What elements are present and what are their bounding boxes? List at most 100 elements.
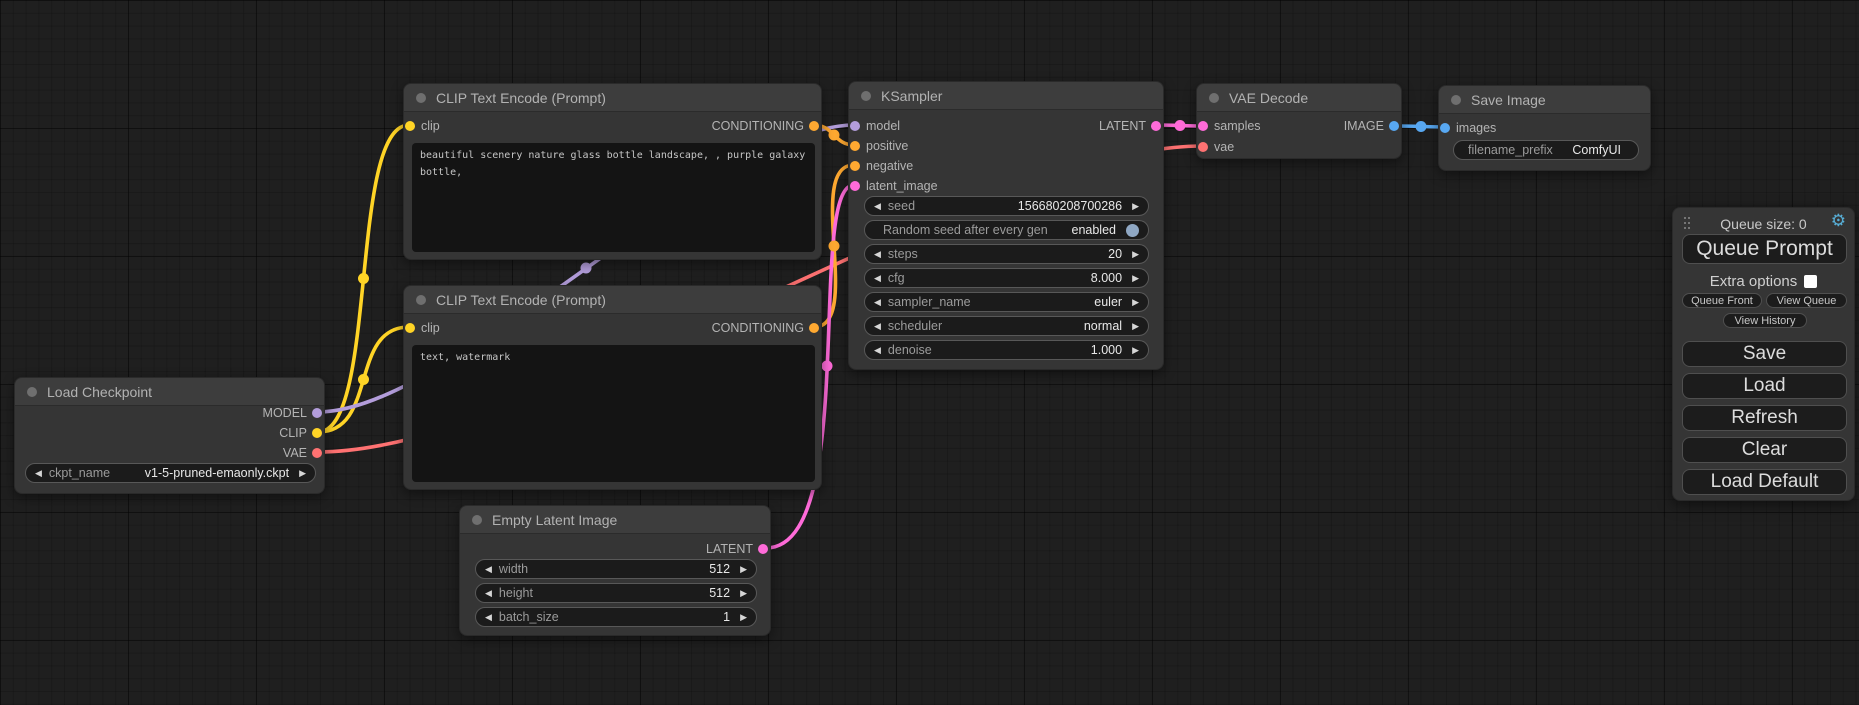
filename-prefix-widget[interactable]: filename_prefix ComfyUI (1453, 140, 1639, 160)
node-header[interactable]: Save Image (1439, 86, 1650, 114)
output-port-conditioning[interactable] (809, 121, 819, 131)
input-label-positive: positive (866, 139, 908, 153)
widget-label: denoise (888, 343, 932, 357)
cfg-widget[interactable]: ◀ cfg 8.000 ▶ (864, 268, 1149, 288)
random-seed-widget[interactable]: Random seed after every gen enabled (864, 220, 1149, 240)
decrement-arrow-icon[interactable]: ◀ (485, 613, 492, 622)
increment-arrow-icon[interactable]: ▶ (1132, 346, 1139, 355)
input-port-clip[interactable] (405, 121, 415, 131)
increment-arrow-icon[interactable]: ▶ (299, 469, 306, 478)
clear-button[interactable]: Clear (1682, 437, 1847, 463)
node-vae-decode: VAE Decode samples IMAGE vae (1196, 83, 1402, 159)
denoise-widget[interactable]: ◀ denoise 1.000 ▶ (864, 340, 1149, 360)
decrement-arrow-icon[interactable]: ◀ (35, 469, 42, 478)
node-header[interactable]: Load Checkpoint (15, 378, 324, 406)
link-midpoint-dot (829, 130, 840, 141)
node-header[interactable]: KSampler (849, 82, 1163, 110)
node-clip-text-encode-negative: CLIP Text Encode (Prompt) clip CONDITION… (403, 285, 822, 490)
collapse-dot-icon[interactable] (472, 515, 482, 525)
input-port-latent-image[interactable] (850, 181, 860, 191)
increment-arrow-icon[interactable]: ▶ (1132, 274, 1139, 283)
output-port-conditioning[interactable] (809, 323, 819, 333)
increment-arrow-icon[interactable]: ▶ (1132, 322, 1139, 331)
decrement-arrow-icon[interactable]: ◀ (485, 589, 492, 598)
widget-value: 156680208700286 (922, 199, 1125, 213)
input-port-images[interactable] (1440, 123, 1450, 133)
drag-handle-icon[interactable] (1684, 217, 1692, 232)
output-port-latent[interactable] (1151, 121, 1161, 131)
widget-label: cfg (888, 271, 905, 285)
decrement-arrow-icon[interactable]: ◀ (874, 322, 881, 331)
node-header[interactable]: Empty Latent Image (460, 506, 770, 534)
settings-gear-icon[interactable]: ⚙ (1831, 212, 1846, 229)
save-button[interactable]: Save (1682, 341, 1847, 367)
node-graph-canvas[interactable]: Load Checkpoint MODEL CLIP VAE ◀ ckpt_na… (0, 0, 1859, 705)
queue-front-button[interactable]: Queue Front (1682, 293, 1762, 308)
collapse-dot-icon[interactable] (416, 295, 426, 305)
increment-arrow-icon[interactable]: ▶ (740, 613, 747, 622)
increment-arrow-icon[interactable]: ▶ (740, 589, 747, 598)
collapse-dot-icon[interactable] (27, 387, 37, 397)
node-header[interactable]: CLIP Text Encode (Prompt) (404, 286, 821, 314)
input-port-negative[interactable] (850, 161, 860, 171)
decrement-arrow-icon[interactable]: ◀ (874, 346, 881, 355)
prompt-textarea[interactable]: beautiful scenery nature glass bottle la… (412, 143, 815, 252)
output-port-image[interactable] (1389, 121, 1399, 131)
input-port-samples[interactable] (1198, 121, 1208, 131)
view-history-button[interactable]: View History (1723, 313, 1807, 328)
increment-arrow-icon[interactable]: ▶ (1132, 202, 1139, 211)
output-port-vae[interactable] (312, 448, 322, 458)
extra-options-checkbox[interactable] (1804, 275, 1817, 288)
output-label-latent: LATENT (1099, 119, 1146, 133)
view-queue-button[interactable]: View Queue (1766, 293, 1847, 308)
seed-widget[interactable]: ◀ seed 156680208700286 ▶ (864, 196, 1149, 216)
steps-widget[interactable]: ◀ steps 20 ▶ (864, 244, 1149, 264)
collapse-dot-icon[interactable] (1209, 93, 1219, 103)
sampler-name-widget[interactable]: ◀ sampler_name euler ▶ (864, 292, 1149, 312)
decrement-arrow-icon[interactable]: ◀ (485, 565, 492, 574)
batch-size-widget[interactable]: ◀ batch_size 1 ▶ (475, 607, 757, 627)
node-header[interactable]: CLIP Text Encode (Prompt) (404, 84, 821, 112)
node-title: CLIP Text Encode (Prompt) (436, 292, 606, 308)
collapse-dot-icon[interactable] (861, 91, 871, 101)
width-widget[interactable]: ◀ width 512 ▶ (475, 559, 757, 579)
prompt-textarea[interactable]: text, watermark (412, 345, 815, 482)
input-label-latent-image: latent_image (866, 179, 938, 193)
widget-label: scheduler (888, 319, 942, 333)
load-default-button[interactable]: Load Default (1682, 469, 1847, 495)
increment-arrow-icon[interactable]: ▶ (1132, 250, 1139, 259)
queue-prompt-button[interactable]: Queue Prompt (1682, 234, 1847, 264)
refresh-button[interactable]: Refresh (1682, 405, 1847, 431)
widget-label: seed (888, 199, 915, 213)
increment-arrow-icon[interactable]: ▶ (740, 565, 747, 574)
input-port-model[interactable] (850, 121, 860, 131)
output-port-model[interactable] (312, 408, 322, 418)
output-port-latent[interactable] (758, 544, 768, 554)
output-port-clip[interactable] (312, 428, 322, 438)
widget-value: ComfyUI (1560, 143, 1629, 157)
widget-value: 512 (540, 586, 733, 600)
collapse-dot-icon[interactable] (416, 93, 426, 103)
decrement-arrow-icon[interactable]: ◀ (874, 274, 881, 283)
input-port-positive[interactable] (850, 141, 860, 151)
increment-arrow-icon[interactable]: ▶ (1132, 298, 1139, 307)
output-label-conditioning: CONDITIONING (712, 119, 804, 133)
decrement-arrow-icon[interactable]: ◀ (874, 250, 881, 259)
widget-value: 8.000 (912, 271, 1125, 285)
scheduler-widget[interactable]: ◀ scheduler normal ▶ (864, 316, 1149, 336)
node-title: CLIP Text Encode (Prompt) (436, 90, 606, 106)
input-port-clip[interactable] (405, 323, 415, 333)
ckpt-name-widget[interactable]: ◀ ckpt_name v1-5-pruned-emaonly.ckpt ▶ (25, 463, 316, 483)
collapse-dot-icon[interactable] (1451, 95, 1461, 105)
widget-value: 512 (535, 562, 733, 576)
node-title: VAE Decode (1229, 90, 1308, 106)
decrement-arrow-icon[interactable]: ◀ (874, 202, 881, 211)
node-header[interactable]: VAE Decode (1197, 84, 1401, 112)
decrement-arrow-icon[interactable]: ◀ (874, 298, 881, 307)
height-widget[interactable]: ◀ height 512 ▶ (475, 583, 757, 603)
node-empty-latent-image: Empty Latent Image LATENT ◀ width 512 ▶ … (459, 505, 771, 636)
random-seed-toggle-icon[interactable] (1126, 224, 1139, 237)
input-port-vae[interactable] (1198, 142, 1208, 152)
load-button[interactable]: Load (1682, 373, 1847, 399)
queue-size-label: Queue size: 0 (1703, 216, 1824, 232)
